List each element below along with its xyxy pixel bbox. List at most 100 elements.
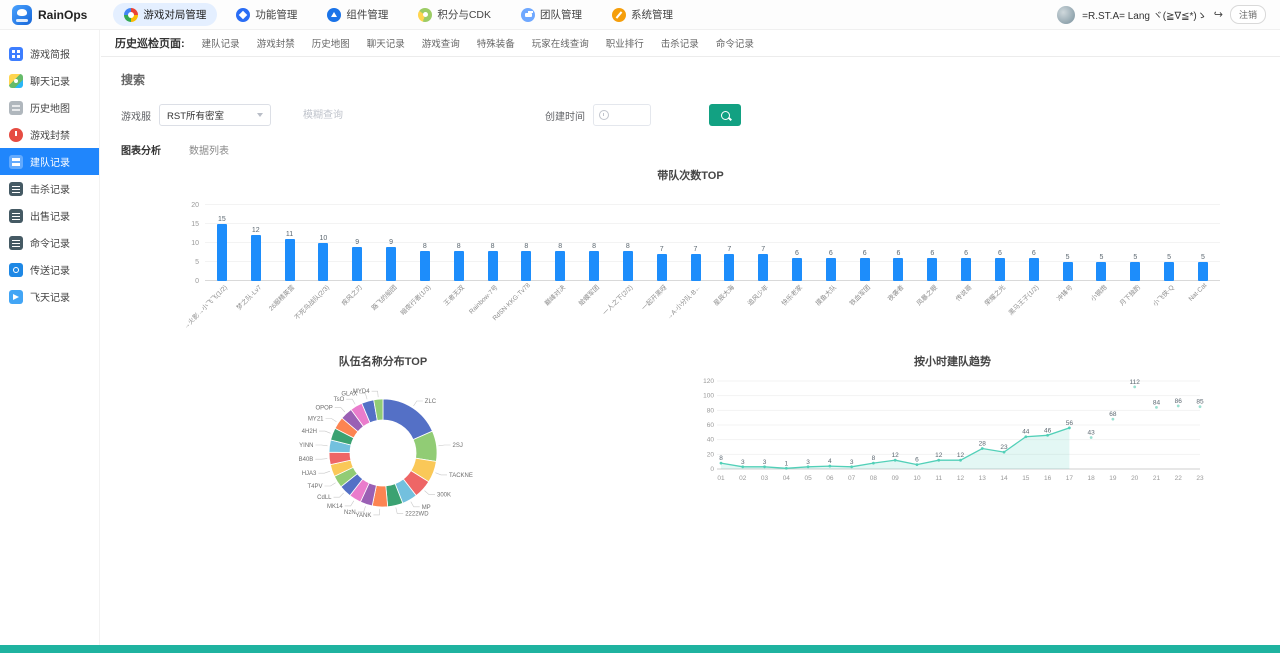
bar-x-label-cell: 传说哥 xyxy=(949,281,983,337)
line-point-22 xyxy=(1199,405,1202,408)
bar-cell: 6 xyxy=(882,250,916,281)
bar-value-label: 10 xyxy=(320,235,328,242)
bar-y-tick: 15 xyxy=(171,221,199,228)
bar-value-label: 9 xyxy=(389,239,393,246)
bar-x-label: 月下独酌 xyxy=(1117,282,1142,307)
bar-7 xyxy=(454,251,464,281)
pie-label: 2222WD xyxy=(405,511,429,517)
page-tab-8[interactable]: 击杀记录 xyxy=(661,36,699,50)
line-x-tick: 09 xyxy=(892,475,900,482)
line-y-tick: 20 xyxy=(707,451,715,458)
pie-leader-line xyxy=(411,502,420,507)
create-time-picker[interactable] xyxy=(593,104,651,126)
bar-cell: 5 xyxy=(1186,254,1220,281)
sidebar-item-2[interactable]: 历史地图 xyxy=(0,94,99,121)
line-x-tick: 21 xyxy=(1153,475,1161,482)
bar-cell: 5 xyxy=(1118,254,1152,281)
line-x-tick: 19 xyxy=(1109,475,1117,482)
pie-leader-line xyxy=(438,445,450,446)
view-tab-1[interactable]: 数据列表 xyxy=(189,142,229,157)
logout-button[interactable]: 注销 xyxy=(1230,5,1266,24)
bar-y-tick: 10 xyxy=(171,240,199,247)
sidebar-item-label: 出售记录 xyxy=(30,208,70,223)
nav-item-0[interactable]: 游戏对局管理 xyxy=(113,3,217,26)
bar-x-label: →火影→小飞飞(1/2) xyxy=(180,282,229,331)
app-logo-icon xyxy=(12,5,32,25)
map-icon xyxy=(9,101,23,115)
bar-6 xyxy=(420,251,430,281)
pie-leader-line xyxy=(318,471,330,473)
kill-record-icon xyxy=(9,182,23,196)
bar-5 xyxy=(386,247,396,281)
nav-item-3[interactable]: 积分与CDK xyxy=(407,3,502,26)
line-value-label: 3 xyxy=(763,459,767,466)
bar-8 xyxy=(488,251,498,281)
page-tab-7[interactable]: 职业排行 xyxy=(606,36,644,50)
keyword-input[interactable] xyxy=(301,109,415,122)
line-x-tick: 16 xyxy=(1044,475,1052,482)
bar-value-label: 8 xyxy=(423,243,427,250)
bar-3 xyxy=(318,243,328,281)
view-tab-0[interactable]: 图表分析 xyxy=(121,142,161,157)
line-x-tick: 15 xyxy=(1022,475,1030,482)
page-tab-6[interactable]: 玩家在线查询 xyxy=(532,36,589,50)
page-tab-0[interactable]: 建队记录 xyxy=(202,36,240,50)
nav-item-1[interactable]: 功能管理 xyxy=(225,3,308,26)
bar-value-label: 6 xyxy=(998,250,1002,257)
sidebar-item-9[interactable]: 飞天记录 xyxy=(0,283,99,310)
sidebar-item-5[interactable]: 击杀记录 xyxy=(0,175,99,202)
bar-x-label: 王者无双 xyxy=(440,282,465,307)
line-value-label: 86 xyxy=(1175,398,1183,405)
bar-value-label: 8 xyxy=(592,243,596,250)
chevron-down-icon xyxy=(257,113,263,117)
system-icon xyxy=(612,8,626,22)
bar-value-label: 5 xyxy=(1099,254,1103,261)
sidebar-item-3[interactable]: 游戏封禁 xyxy=(0,121,99,148)
page-tab-5[interactable]: 特殊装备 xyxy=(477,36,515,50)
line-value-label: 68 xyxy=(1109,411,1117,418)
bar-cell: 6 xyxy=(814,250,848,281)
line-chart-title: 按小时建队趋势 xyxy=(645,353,1260,369)
bar-value-label: 9 xyxy=(355,239,359,246)
bar-value-label: 5 xyxy=(1167,254,1171,261)
sidebar-item-0[interactable]: 游戏简报 xyxy=(0,40,99,67)
nav-item-2[interactable]: 组件管理 xyxy=(316,3,399,26)
bar-19 xyxy=(860,258,870,281)
pie-label: TACKNE xyxy=(449,473,473,479)
page-tab-9[interactable]: 命令记录 xyxy=(716,36,754,50)
line-x-tick: 10 xyxy=(913,475,921,482)
search-form: 游戏服 RST所有密室 创建时间 xyxy=(121,104,1260,126)
pie-label: NzN xyxy=(344,510,356,516)
bar-x-label: 快乐老家 xyxy=(779,282,804,307)
bar-value-label: 8 xyxy=(626,243,630,250)
nav-item-4[interactable]: 团队管理 xyxy=(510,3,593,26)
line-value-label: 12 xyxy=(957,452,965,459)
sidebar-item-4[interactable]: 建队记录 xyxy=(0,148,99,175)
page-tab-1[interactable]: 游戏封禁 xyxy=(257,36,295,50)
bar-x-label: 小钢炮 xyxy=(1088,282,1109,303)
sidebar-item-6[interactable]: 出售记录 xyxy=(0,202,99,229)
line-point-19 xyxy=(1133,385,1136,388)
bar-17 xyxy=(792,258,802,281)
avatar[interactable] xyxy=(1057,6,1075,24)
nav-item-5[interactable]: 系统管理 xyxy=(601,3,684,26)
sidebar-item-1[interactable]: 聊天记录 xyxy=(0,67,99,94)
line-point-10 xyxy=(937,459,940,462)
fly-record-icon xyxy=(9,290,23,304)
page-tab-2[interactable]: 历史地图 xyxy=(312,36,350,50)
bar-x-label: 荣耀之光 xyxy=(982,282,1007,307)
logout-icon[interactable]: ↪ xyxy=(1214,8,1223,21)
search-button[interactable] xyxy=(709,104,741,126)
pie-label: HJA3 xyxy=(302,471,317,477)
bar-4 xyxy=(352,247,362,281)
server-select[interactable]: RST所有密室 xyxy=(159,104,271,126)
bar-x-label-cell: 一人之下(2/2) xyxy=(611,281,645,337)
line-x-tick: 13 xyxy=(979,475,987,482)
sidebar-item-7[interactable]: 命令记录 xyxy=(0,229,99,256)
bar-y-tick: 0 xyxy=(171,278,199,285)
bar-cell: 15 xyxy=(205,216,239,281)
page-tab-3[interactable]: 聊天记录 xyxy=(367,36,405,50)
page-tab-4[interactable]: 游戏查询 xyxy=(422,36,460,50)
sidebar-item-8[interactable]: 传送记录 xyxy=(0,256,99,283)
bar-x-label: 小飞侠·Q xyxy=(1150,282,1176,308)
